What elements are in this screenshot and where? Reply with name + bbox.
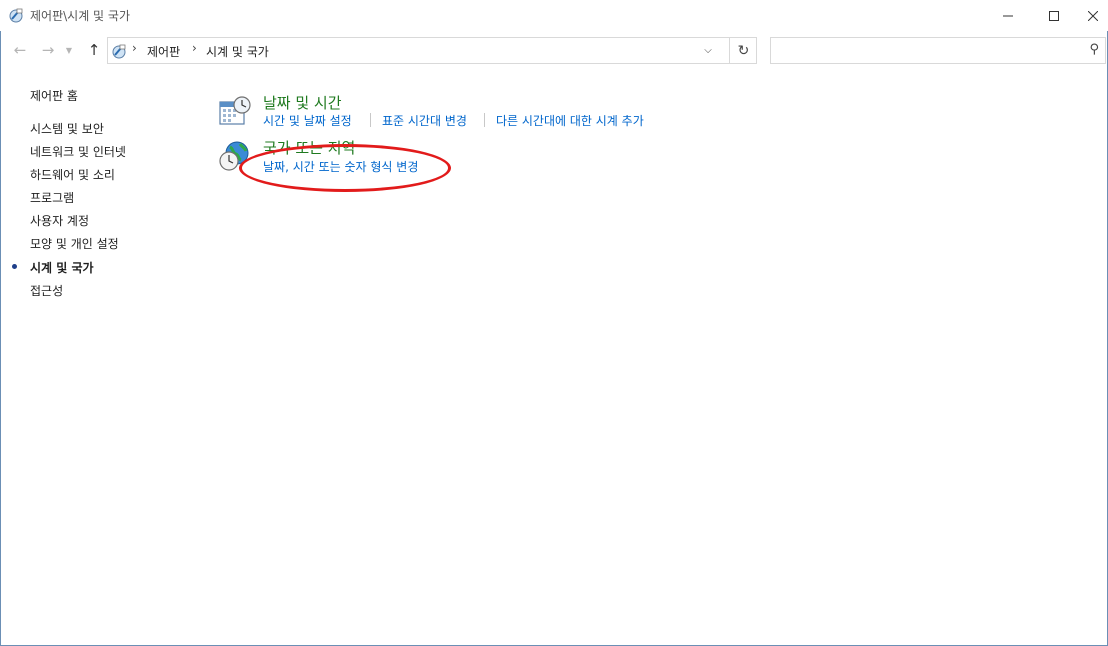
sidebar-item-system-security[interactable]: 시스템 및 보안 — [30, 120, 104, 137]
recent-locations-button[interactable]: ▼ — [62, 40, 76, 60]
control-panel-icon — [9, 8, 23, 23]
window-title: 제어판\시계 및 국가 — [30, 9, 130, 23]
change-formats-link[interactable]: 날짜, 시간 또는 숫자 형식 변경 — [263, 158, 418, 175]
chevron-down-icon: ▼ — [65, 45, 73, 55]
close-icon — [1087, 10, 1098, 21]
sidebar-item-hardware-sound[interactable]: 하드웨어 및 소리 — [30, 166, 115, 183]
search-input[interactable] — [775, 42, 1075, 58]
set-time-date-link[interactable]: 시간 및 날짜 설정 — [263, 112, 352, 129]
address-bar[interactable]: › 제어판 › 시계 및 국가 ⌵ ↻ — [107, 37, 757, 64]
sidebar-item-user-accounts[interactable]: 사용자 계정 — [30, 212, 89, 229]
region-title[interactable]: 국가 또는 지역 — [263, 137, 355, 158]
minimize-icon — [1003, 15, 1013, 16]
control-panel-icon — [112, 44, 126, 59]
search-icon[interactable]: ⚲ — [1089, 42, 1099, 57]
add-clocks-link[interactable]: 다른 시간대에 대한 시계 추가 — [496, 112, 644, 129]
chevron-down-icon: ⌵ — [704, 45, 712, 56]
minimize-button[interactable] — [985, 0, 1031, 31]
refresh-button[interactable]: ↻ — [729, 38, 757, 63]
search-box[interactable]: ⚲ — [770, 37, 1106, 64]
window-frame — [0, 0, 1108, 646]
sidebar-home-link[interactable]: 제어판 홈 — [30, 87, 78, 104]
sidebar-item-accessibility[interactable]: 접근성 — [30, 282, 63, 299]
link-divider — [484, 113, 485, 127]
arrow-right-icon: → — [41, 41, 55, 59]
breadcrumb-separator[interactable]: › — [132, 41, 137, 55]
arrow-left-icon: ← — [13, 41, 27, 59]
sidebar-item-appearance[interactable]: 모양 및 개인 설정 — [30, 235, 119, 252]
arrow-up-icon: ↑ — [87, 41, 101, 59]
refresh-icon: ↻ — [737, 42, 750, 59]
up-button[interactable]: ↑ — [84, 40, 104, 60]
globe-clock-icon[interactable] — [218, 139, 252, 173]
sidebar-item-programs[interactable]: 프로그램 — [30, 189, 74, 206]
calendar-clock-icon[interactable] — [218, 94, 252, 128]
sidebar-item-network-internet[interactable]: 네트워크 및 인터넷 — [30, 143, 126, 160]
breadcrumb-control-panel[interactable]: 제어판 — [147, 43, 180, 60]
maximize-button[interactable] — [1031, 0, 1077, 31]
back-button[interactable]: ← — [10, 40, 30, 60]
breadcrumb-clock-region[interactable]: 시계 및 국가 — [206, 43, 269, 60]
link-divider — [370, 113, 371, 127]
current-item-bullet-icon — [12, 264, 17, 269]
forward-button[interactable]: → — [38, 40, 58, 60]
date-time-title[interactable]: 날짜 및 시간 — [263, 92, 342, 113]
breadcrumb-separator[interactable]: › — [192, 41, 197, 55]
maximize-icon — [1049, 10, 1059, 21]
close-button[interactable] — [1077, 0, 1108, 31]
address-dropdown-button[interactable]: ⌵ — [699, 41, 717, 60]
sidebar-item-clock-region[interactable]: 시계 및 국가 — [30, 259, 94, 276]
change-time-zone-link[interactable]: 표준 시간대 변경 — [382, 112, 467, 129]
title-bar: 제어판\시계 및 국가 — [0, 0, 1108, 31]
